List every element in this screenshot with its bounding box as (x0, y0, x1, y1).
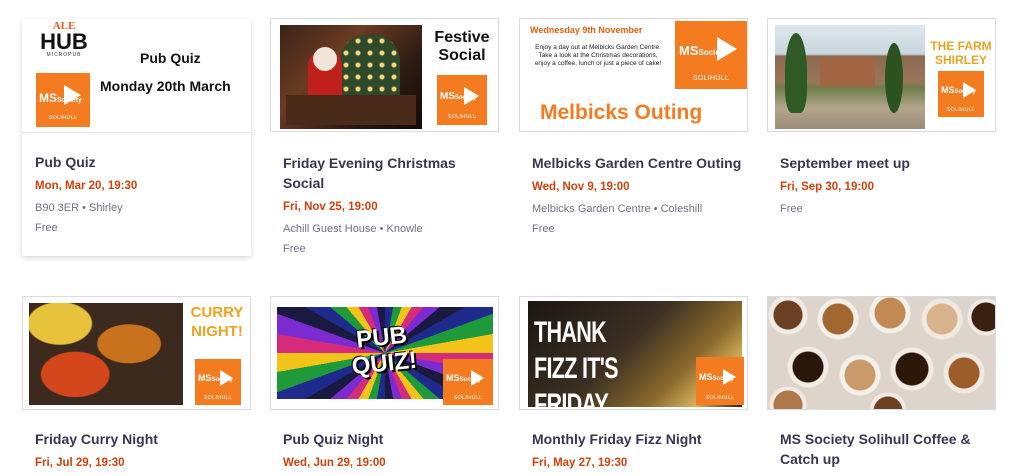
event-title[interactable]: MS Society Solihull Coffee & Catch up (780, 429, 990, 469)
event-date: Fri, May 27, 19:30 (532, 457, 628, 469)
event-image[interactable] (767, 296, 996, 410)
event-date: Fri, Nov 25, 19:00 (283, 201, 378, 213)
event-date: Wed, Jun 29, 19:00 (283, 457, 386, 469)
event-card[interactable]: ALE HUB MICROPUB MSSociety SOLIHULL Pub … (22, 19, 251, 256)
santa-photo (280, 25, 422, 129)
banner-subline: Monday 20th March (100, 78, 231, 94)
event-location: B90 3ER • Shirley (35, 202, 123, 214)
event-price: Free (532, 223, 555, 235)
event-card[interactable]: Wednesday 9th November Enjoy a day out a… (519, 18, 748, 258)
ms-society-logo: MSSociety SOLIHULL (443, 359, 493, 405)
banner-headline: THE FARM SHIRLEY (930, 39, 992, 67)
event-title[interactable]: Monthly Friday Fizz Night (532, 429, 742, 449)
event-image[interactable]: Festive Social MSSociety SOLIHULL (270, 18, 499, 132)
banner-dateline: Wednesday 9th November (530, 25, 643, 35)
farm-photo (775, 25, 925, 129)
banner-headline: THANK FIZZ IT'S FRIDAY (534, 316, 619, 410)
event-card[interactable]: THE FARM SHIRLEY MSSociety SOLIHULL Sept… (767, 18, 996, 258)
event-date: Wed, Nov 9, 19:00 (532, 181, 630, 193)
event-title[interactable]: Melbicks Garden Centre Outing (532, 153, 742, 173)
event-image[interactable]: ALE HUB MICROPUB MSSociety SOLIHULL Pub … (22, 19, 251, 133)
event-date: Fri, Jul 29, 19:30 (35, 457, 125, 469)
banner-blurb: Enjoy a day out at Melbicks Garden Centr… (534, 44, 662, 67)
banner-headline: Pub Quiz (140, 50, 201, 66)
event-date: Mon, Mar 20, 19:30 (35, 180, 138, 192)
event-image[interactable]: CURRY NIGHT! MSSociety SOLIHULL (22, 296, 251, 410)
coffee-cups-photo (768, 297, 995, 409)
event-title[interactable]: Pub Quiz Night (283, 429, 493, 449)
event-location: Melbicks Garden Centre • Coleshill (532, 203, 703, 215)
banner-headline: Melbicks Outing (540, 101, 703, 124)
event-price: Free (780, 203, 803, 215)
event-card[interactable]: THANK FIZZ IT'S FRIDAY MSSociety SOLIHUL… (519, 296, 748, 476)
ms-society-logo: MSSociety SOLIHULL (195, 359, 241, 405)
event-image[interactable]: PUB QUIZ! MSSociety SOLIHULL (270, 296, 499, 410)
event-price: Free (35, 222, 58, 234)
ms-society-logo: MSSociety SOLIHULL (938, 71, 984, 117)
banner-headline: Festive Social (434, 29, 490, 64)
event-date: Fri, Sep 30, 19:00 (780, 181, 874, 193)
event-card[interactable]: PUB QUIZ! MSSociety SOLIHULL Pub Quiz Ni… (270, 296, 499, 476)
ms-society-logo: MSSociety SOLIHULL (675, 21, 747, 89)
event-title[interactable]: Friday Curry Night (35, 429, 245, 449)
ale-hub-logo: ALE HUB MICROPUB (40, 20, 88, 59)
event-card[interactable]: MS Society Solihull Coffee & Catch up (767, 296, 996, 476)
event-title[interactable]: September meet up (780, 153, 990, 173)
ms-society-logo: MSSociety SOLIHULL (36, 73, 90, 127)
event-title[interactable]: Pub Quiz (35, 152, 245, 172)
banner-headline: CURRY NIGHT! (190, 304, 244, 340)
event-image[interactable]: THE FARM SHIRLEY MSSociety SOLIHULL (767, 18, 996, 132)
event-title[interactable]: Friday Evening Christmas Social (283, 153, 493, 193)
event-price: Free (283, 243, 306, 255)
event-card[interactable]: CURRY NIGHT! MSSociety SOLIHULL Friday C… (22, 296, 251, 476)
event-image[interactable]: Wednesday 9th November Enjoy a day out a… (519, 18, 748, 132)
ms-society-logo: MSSociety SOLIHULL (696, 357, 744, 405)
event-card[interactable]: Festive Social MSSociety SOLIHULL Friday… (270, 18, 499, 258)
curry-photo (29, 303, 183, 405)
event-location: Achill Guest House • Knowle (283, 223, 423, 235)
ms-society-logo: MSSociety SOLIHULL (437, 75, 487, 125)
event-image[interactable]: THANK FIZZ IT'S FRIDAY MSSociety SOLIHUL… (519, 296, 748, 410)
